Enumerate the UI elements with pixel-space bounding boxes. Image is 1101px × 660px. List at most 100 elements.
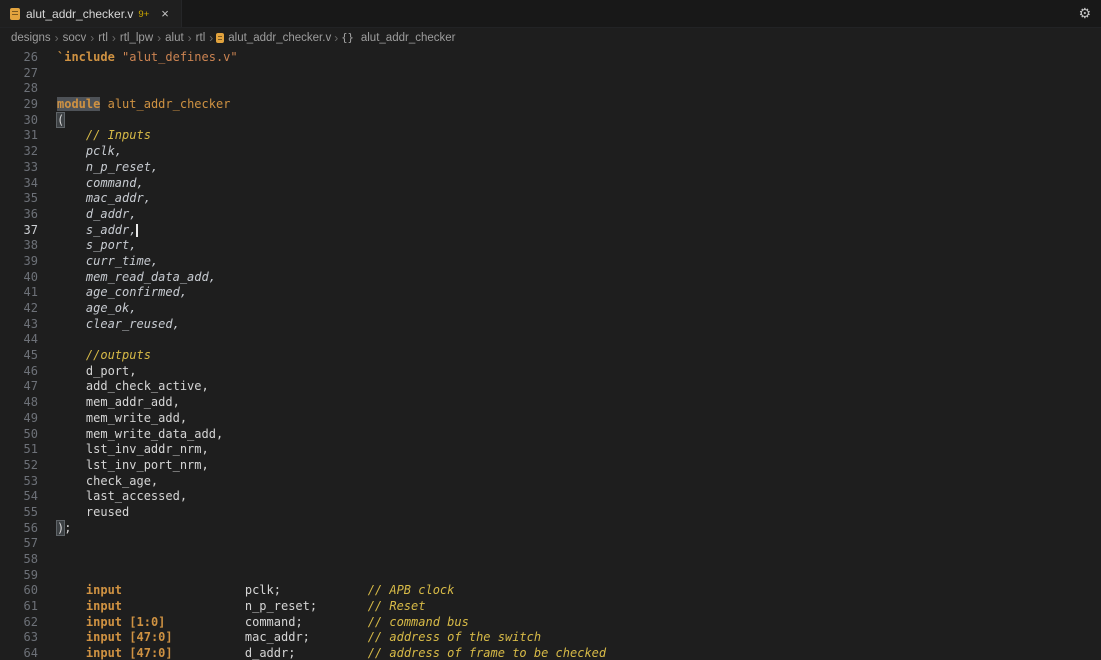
gear-icon[interactable]: ⚙ bbox=[1078, 6, 1091, 22]
code-line[interactable]: 35 mac_addr, bbox=[0, 191, 1101, 207]
code-line[interactable]: 40 mem_read_data_add, bbox=[0, 270, 1101, 286]
code-segment-plain: mem_write_add, bbox=[57, 411, 187, 425]
line-number[interactable]: 54 bbox=[0, 489, 38, 505]
code-line[interactable]: 39 curr_time, bbox=[0, 254, 1101, 270]
code-line[interactable]: 62 input [1:0] command; // command bus bbox=[0, 615, 1101, 631]
breadcrumb-item-rtl-lpw[interactable]: rtl_lpw bbox=[119, 32, 154, 44]
line-number[interactable]: 62 bbox=[0, 615, 38, 631]
code-segment-keyword: input bbox=[86, 615, 122, 629]
line-number[interactable]: 46 bbox=[0, 364, 38, 380]
line-number[interactable]: 33 bbox=[0, 160, 38, 176]
line-number[interactable]: 43 bbox=[0, 317, 38, 333]
tab-alut-addr-checker[interactable]: alut_addr_checker.v 9+ × bbox=[0, 0, 182, 27]
code-line[interactable]: 50 mem_write_data_add, bbox=[0, 427, 1101, 443]
code-line[interactable]: 44 bbox=[0, 332, 1101, 348]
line-number[interactable]: 26 bbox=[0, 50, 38, 66]
line-number[interactable]: 37 bbox=[0, 223, 38, 239]
breadcrumb-item-designs[interactable]: designs bbox=[10, 32, 52, 44]
line-number[interactable]: 32 bbox=[0, 144, 38, 160]
code-line[interactable]: 59 bbox=[0, 568, 1101, 584]
code-line[interactable]: 43 clear_reused, bbox=[0, 317, 1101, 333]
code-line[interactable]: 27 bbox=[0, 66, 1101, 82]
line-number[interactable]: 48 bbox=[0, 395, 38, 411]
breadcrumb-item-alut[interactable]: alut bbox=[164, 32, 185, 44]
code-segment-plain: command; bbox=[245, 615, 303, 629]
code-line[interactable]: 30 ( bbox=[0, 113, 1101, 129]
line-number[interactable]: 52 bbox=[0, 458, 38, 474]
code-text: check_age, bbox=[38, 474, 158, 490]
code-text: mem_addr_add, bbox=[38, 395, 180, 411]
code-line[interactable]: 61 input n_p_reset; // Reset bbox=[0, 599, 1101, 615]
code-text: input [1:0] command; // command bus bbox=[38, 615, 469, 631]
code-line[interactable]: 57 bbox=[0, 536, 1101, 552]
code-line[interactable]: 37 s_addr, bbox=[0, 223, 1101, 239]
line-number[interactable]: 64 bbox=[0, 646, 38, 660]
code-line[interactable]: 60 input pclk; // APB clock bbox=[0, 583, 1101, 599]
code-line[interactable]: 47 add_check_active, bbox=[0, 379, 1101, 395]
line-number[interactable]: 58 bbox=[0, 552, 38, 568]
line-number[interactable]: 45 bbox=[0, 348, 38, 364]
breadcrumb-item-socv[interactable]: socv bbox=[62, 32, 88, 44]
code-line[interactable]: 29module alut_addr_checker bbox=[0, 97, 1101, 113]
code-editor[interactable]: 26`include "alut_defines.v"272829module … bbox=[0, 48, 1101, 660]
code-line[interactable]: 54 last_accessed, bbox=[0, 489, 1101, 505]
line-number[interactable]: 44 bbox=[0, 332, 38, 348]
line-number[interactable]: 29 bbox=[0, 97, 38, 113]
code-line[interactable]: 33 n_p_reset, bbox=[0, 160, 1101, 176]
code-line[interactable]: 26`include "alut_defines.v" bbox=[0, 50, 1101, 66]
line-number[interactable]: 57 bbox=[0, 536, 38, 552]
code-line[interactable]: 41 age_confirmed, bbox=[0, 285, 1101, 301]
code-line[interactable]: 38 s_port, bbox=[0, 238, 1101, 254]
line-number[interactable]: 56 bbox=[0, 521, 38, 537]
code-line[interactable]: 55 reused bbox=[0, 505, 1101, 521]
close-icon[interactable]: × bbox=[158, 6, 172, 21]
line-number[interactable]: 28 bbox=[0, 81, 38, 97]
line-number[interactable]: 49 bbox=[0, 411, 38, 427]
code-segment-param: age_ok, bbox=[86, 301, 137, 315]
code-line[interactable]: 32 pclk, bbox=[0, 144, 1101, 160]
code-line[interactable]: 58 bbox=[0, 552, 1101, 568]
code-line[interactable]: 42 age_ok, bbox=[0, 301, 1101, 317]
line-number[interactable]: 34 bbox=[0, 176, 38, 192]
line-number[interactable]: 35 bbox=[0, 191, 38, 207]
code-line[interactable]: 34 command, bbox=[0, 176, 1101, 192]
line-number[interactable]: 60 bbox=[0, 583, 38, 599]
code-line[interactable]: 53 check_age, bbox=[0, 474, 1101, 490]
code-line[interactable]: 46 d_port, bbox=[0, 364, 1101, 380]
line-number[interactable]: 55 bbox=[0, 505, 38, 521]
code-line[interactable]: 31 // Inputs bbox=[0, 128, 1101, 144]
breadcrumb-item-rtl2[interactable]: rtl bbox=[195, 32, 207, 44]
line-number[interactable]: 30 bbox=[0, 113, 38, 129]
line-number[interactable]: 63 bbox=[0, 630, 38, 646]
code-line[interactable]: 64 input [47:0] d_addr; // address of fr… bbox=[0, 646, 1101, 660]
breadcrumb-item-symbol[interactable]: {} alut_addr_checker bbox=[341, 32, 455, 44]
line-number[interactable]: 53 bbox=[0, 474, 38, 490]
line-number[interactable]: 42 bbox=[0, 301, 38, 317]
breadcrumb-item-file[interactable]: alut_addr_checker.v bbox=[216, 32, 331, 44]
line-number[interactable]: 31 bbox=[0, 128, 38, 144]
line-number[interactable]: 27 bbox=[0, 66, 38, 82]
line-number[interactable]: 38 bbox=[0, 238, 38, 254]
code-segment-bracket: ( bbox=[57, 113, 64, 127]
code-line[interactable]: 52 lst_inv_port_nrm, bbox=[0, 458, 1101, 474]
line-number[interactable]: 61 bbox=[0, 599, 38, 615]
line-number[interactable]: 36 bbox=[0, 207, 38, 223]
code-text: mem_write_data_add, bbox=[38, 427, 223, 443]
code-line[interactable]: 48 mem_addr_add, bbox=[0, 395, 1101, 411]
code-line[interactable]: 28 bbox=[0, 81, 1101, 97]
code-line[interactable]: 51 lst_inv_addr_nrm, bbox=[0, 442, 1101, 458]
line-number[interactable]: 59 bbox=[0, 568, 38, 584]
breadcrumb-item-rtl[interactable]: rtl bbox=[97, 32, 109, 44]
line-number[interactable]: 50 bbox=[0, 427, 38, 443]
line-number[interactable]: 41 bbox=[0, 285, 38, 301]
code-line[interactable]: 36 d_addr, bbox=[0, 207, 1101, 223]
line-number[interactable]: 47 bbox=[0, 379, 38, 395]
code-text: last_accessed, bbox=[38, 489, 187, 505]
code-line[interactable]: 56); bbox=[0, 521, 1101, 537]
code-line[interactable]: 49 mem_write_add, bbox=[0, 411, 1101, 427]
code-line[interactable]: 63 input [47:0] mac_addr; // address of … bbox=[0, 630, 1101, 646]
line-number[interactable]: 40 bbox=[0, 270, 38, 286]
code-line[interactable]: 45 //outputs bbox=[0, 348, 1101, 364]
line-number[interactable]: 39 bbox=[0, 254, 38, 270]
line-number[interactable]: 51 bbox=[0, 442, 38, 458]
